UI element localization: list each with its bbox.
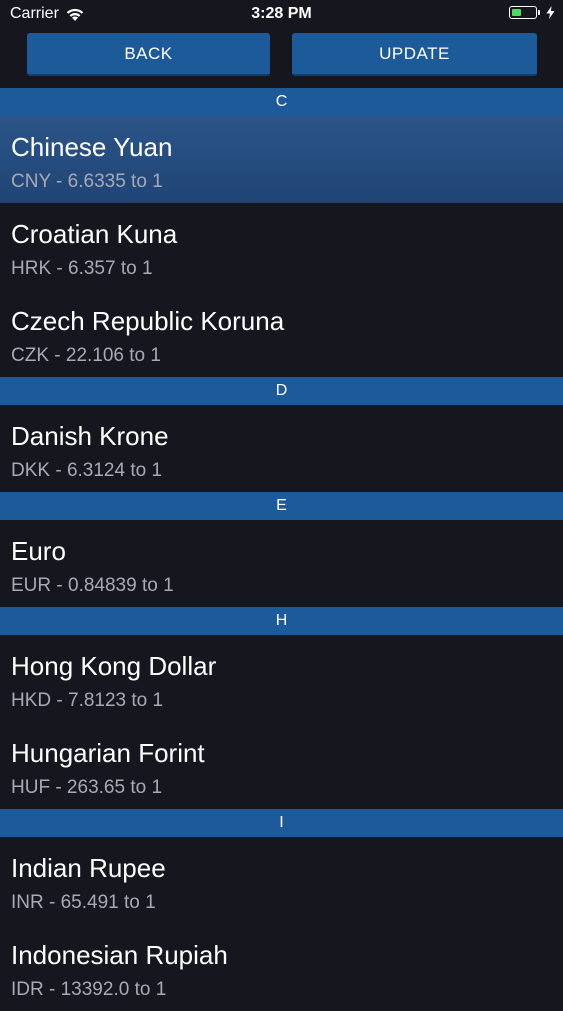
battery-fill — [512, 9, 521, 16]
back-button[interactable]: BACK — [27, 33, 270, 76]
currency-rate: CNY - 6.6335 to 1 — [11, 171, 163, 192]
toolbar: BACK UPDATE — [27, 33, 537, 76]
currency-row[interactable]: Hungarian Forint HUF - 263.65 to 1 — [0, 722, 563, 809]
section-header-c: C — [0, 88, 563, 116]
status-time: 3:28 PM — [251, 5, 312, 22]
currency-row[interactable]: Indonesian Rupiah IDR - 13392.0 to 1 — [0, 924, 563, 1011]
update-button[interactable]: UPDATE — [292, 33, 537, 76]
currency-name: Croatian Kuna — [11, 219, 178, 249]
currency-name: Czech Republic Koruna — [11, 306, 285, 336]
currency-name: Danish Krone — [11, 421, 169, 451]
currency-name: Hong Kong Dollar — [11, 651, 217, 681]
currency-name: Euro — [11, 536, 66, 566]
section-header-h: H — [0, 607, 563, 635]
currency-row[interactable]: Danish Krone DKK - 6.3124 to 1 — [0, 405, 563, 492]
currency-name: Hungarian Forint — [11, 738, 205, 768]
currency-row[interactable]: Czech Republic Koruna CZK - 22.106 to 1 — [0, 290, 563, 377]
battery-cap — [538, 10, 540, 15]
section-header-e: E — [0, 492, 563, 520]
currency-rate: HKD - 7.8123 to 1 — [11, 690, 164, 711]
currency-name: Indonesian Rupiah — [11, 940, 228, 970]
currency-row[interactable]: Indian Rupee INR - 65.491 to 1 — [0, 837, 563, 924]
currency-rate: DKK - 6.3124 to 1 — [11, 460, 163, 481]
charging-bolt-icon — [546, 6, 555, 19]
currency-name: Indian Rupee — [11, 853, 166, 883]
section-header-i: I — [0, 809, 563, 837]
currency-row[interactable]: Euro EUR - 0.84839 to 1 — [0, 520, 563, 607]
status-bar: Carrier 3:28 PM — [0, 0, 563, 30]
section-header-d: D — [0, 377, 563, 405]
status-right — [509, 6, 555, 19]
currency-name: Chinese Yuan — [11, 132, 173, 162]
currency-rate: HUF - 263.65 to 1 — [11, 777, 163, 798]
currency-row[interactable]: Croatian Kuna HRK - 6.357 to 1 — [0, 203, 563, 290]
currency-rate: EUR - 0.84839 to 1 — [11, 575, 174, 596]
currency-list[interactable]: C Chinese Yuan CNY - 6.6335 to 1 Croatian K… — [0, 88, 563, 1011]
currency-rate: HRK - 6.357 to 1 — [11, 258, 153, 279]
currency-rate: IDR - 13392.0 to 1 — [11, 979, 167, 1000]
currency-row[interactable]: Chinese Yuan CNY - 6.6335 to 1 — [0, 116, 563, 203]
currency-rate: CZK - 22.106 to 1 — [11, 345, 161, 366]
currency-row[interactable]: Hong Kong Dollar HKD - 7.8123 to 1 — [0, 635, 563, 722]
currency-rate: INR - 65.491 to 1 — [11, 892, 156, 913]
battery-icon — [509, 6, 537, 19]
